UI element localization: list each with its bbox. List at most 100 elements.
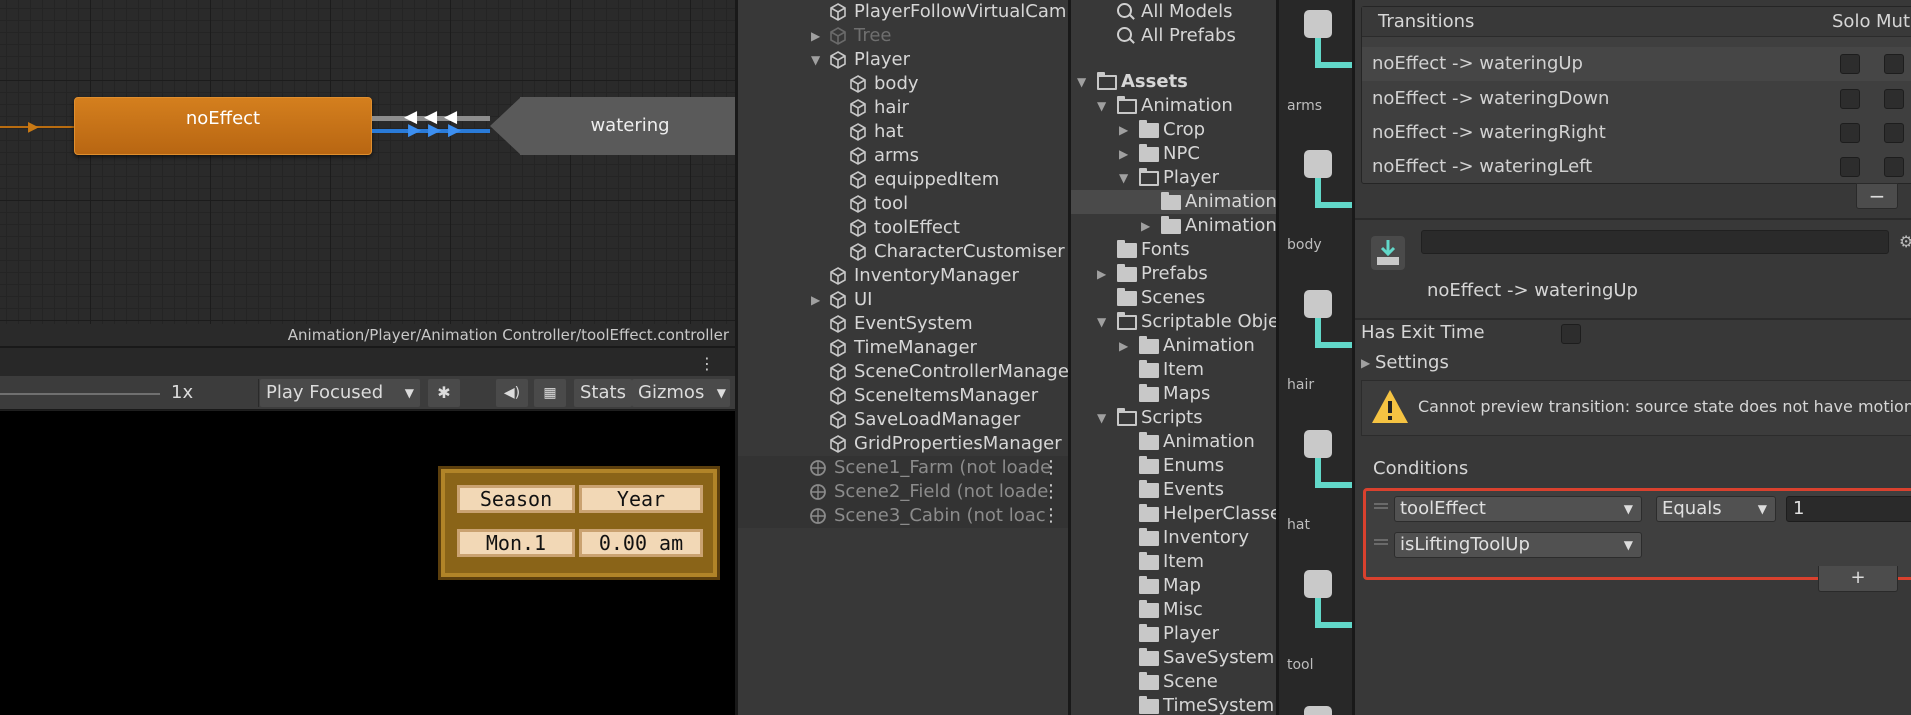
node-port[interactable]	[1304, 430, 1332, 458]
transition-row[interactable]: noEffect -> wateringDown	[1362, 82, 1911, 116]
mute-checkbox[interactable]	[1884, 157, 1904, 177]
folder-item[interactable]: Item	[1071, 358, 1277, 382]
hierarchy-item[interactable]: SaveLoadManager	[738, 408, 1070, 432]
folder-item[interactable]: Animation	[1071, 430, 1277, 454]
folder-item[interactable]: ▶ Animation	[1071, 334, 1277, 358]
folder-item[interactable]: Maps	[1071, 382, 1277, 406]
expand-arrow-icon[interactable]: ▶	[811, 288, 820, 312]
hierarchy-item[interactable]: tool	[738, 192, 1070, 216]
more-menu-icon[interactable]: ⋮	[1042, 504, 1060, 528]
expand-arrow-icon[interactable]: ▶	[1119, 118, 1128, 142]
drag-handle-icon[interactable]	[1374, 503, 1388, 509]
expand-arrow-icon[interactable]: ▶	[1119, 334, 1128, 358]
folder-item-selected[interactable]: Animation	[1071, 190, 1277, 214]
folder-item[interactable]: Scenes	[1071, 286, 1277, 310]
solo-checkbox[interactable]	[1840, 54, 1860, 74]
condition-value-field[interactable]: 1	[1786, 496, 1911, 522]
node-port[interactable]	[1304, 570, 1332, 598]
folder-item[interactable]: Map	[1071, 574, 1277, 598]
scene-item[interactable]: Scene2_Field (not loade ⋮	[738, 480, 1070, 504]
node-port[interactable]	[1304, 10, 1332, 38]
more-menu-icon[interactable]: ⋮	[1042, 456, 1060, 480]
node-port[interactable]	[1304, 290, 1332, 318]
more-menu-icon[interactable]: ⋮	[699, 354, 715, 373]
solo-checkbox[interactable]	[1840, 89, 1860, 109]
folder-item[interactable]: ▶ Crop	[1071, 118, 1277, 142]
folder-item[interactable]: ▶ Animations	[1071, 214, 1277, 238]
expand-arrow-icon[interactable]: ▶	[1361, 356, 1370, 370]
folder-item[interactable]: ▼ Assets	[1071, 70, 1277, 94]
transition-row[interactable]: noEffect -> wateringLeft	[1362, 150, 1911, 184]
hierarchy-item[interactable]: PlayerFollowVirtualCam	[738, 0, 1070, 24]
hierarchy-item[interactable]: equippedItem	[738, 168, 1070, 192]
gizmos-dropdown[interactable]: Gizmos ▼	[632, 379, 730, 407]
animator-graph[interactable]: ▶ noEffect ◀ ◀ ◀ ▶ ▶ ▶ watering Animatio…	[0, 0, 735, 346]
audio-icon[interactable]: ◀)	[496, 379, 528, 407]
hierarchy-item[interactable]: ▶ Tree	[738, 24, 1070, 48]
settings-foldout[interactable]: Settings	[1375, 352, 1449, 373]
folder-item[interactable]: ▼ Scriptable Obje	[1071, 310, 1277, 334]
expand-arrow-icon[interactable]: ▶	[811, 24, 820, 48]
hierarchy-item[interactable]: GridPropertiesManager	[738, 432, 1070, 456]
condition-operator-dropdown[interactable]: Equals ▼	[1656, 496, 1776, 522]
scale-slider[interactable]	[0, 393, 160, 395]
gear-icon[interactable]: ⚙	[1899, 232, 1911, 251]
folder-item[interactable]: HelperClasse	[1071, 502, 1277, 526]
folder-item[interactable]: ▼ Player	[1071, 166, 1277, 190]
collapse-arrow-icon[interactable]: ▼	[1097, 94, 1106, 118]
more-menu-icon[interactable]: ⋮	[1042, 480, 1060, 504]
drag-handle-icon[interactable]	[1374, 539, 1388, 545]
transition-name-field[interactable]	[1421, 230, 1889, 254]
collapse-arrow-icon[interactable]: ▼	[811, 48, 820, 72]
solo-checkbox[interactable]	[1840, 157, 1860, 177]
folder-item[interactable]: Player	[1071, 622, 1277, 646]
add-condition-button[interactable]: +	[1818, 566, 1898, 592]
has-exit-time-checkbox[interactable]	[1561, 324, 1581, 344]
hierarchy-item[interactable]: hat	[738, 120, 1070, 144]
condition-parameter-dropdown[interactable]: isLiftingToolUp ▼	[1394, 532, 1642, 558]
folder-item[interactable]: Enums	[1071, 454, 1277, 478]
folder-item[interactable]: TimeSystem	[1071, 694, 1277, 715]
expand-arrow-icon[interactable]: ▶	[1119, 142, 1128, 166]
hierarchy-item[interactable]: EventSystem	[738, 312, 1070, 336]
expand-arrow-icon[interactable]: ▶	[1097, 262, 1106, 286]
hierarchy-item[interactable]: arms	[738, 144, 1070, 168]
folder-item[interactable]: Scene	[1071, 670, 1277, 694]
keyboard-icon[interactable]: ▦	[534, 379, 566, 407]
expand-arrow-icon[interactable]: ▶	[1141, 214, 1150, 238]
hierarchy-item[interactable]: CharacterCustomiser	[738, 240, 1070, 264]
hierarchy-item[interactable]: SceneControllerManage	[738, 360, 1070, 384]
folder-item[interactable]: Fonts	[1071, 238, 1277, 262]
mute-checkbox[interactable]	[1884, 54, 1904, 74]
mute-checkbox[interactable]	[1884, 123, 1904, 143]
remove-transition-button[interactable]: −	[1856, 183, 1898, 209]
folder-item[interactable]: ▼ Scripts	[1071, 406, 1277, 430]
collapse-arrow-icon[interactable]: ▼	[1119, 166, 1128, 190]
collapse-arrow-icon[interactable]: ▼	[1077, 70, 1086, 94]
folder-item[interactable]: ▶ NPC	[1071, 142, 1277, 166]
hierarchy-item[interactable]: TimeManager	[738, 336, 1070, 360]
folder-item[interactable]: Inventory	[1071, 526, 1277, 550]
collapse-arrow-icon[interactable]: ▼	[1097, 406, 1106, 430]
folder-item[interactable]: SaveSystem	[1071, 646, 1277, 670]
play-mode-dropdown[interactable]: Play Focused ▼	[260, 379, 420, 407]
solo-checkbox[interactable]	[1840, 123, 1860, 143]
folder-item[interactable]: Item	[1071, 550, 1277, 574]
hierarchy-item[interactable]: SceneItemsManager	[738, 384, 1070, 408]
hierarchy-item[interactable]: ▶ UI	[738, 288, 1070, 312]
scene-item[interactable]: Scene3_Cabin (not loac ⋮	[738, 504, 1070, 528]
hierarchy-item[interactable]: InventoryManager	[738, 264, 1070, 288]
condition-parameter-dropdown[interactable]: toolEffect ▼	[1394, 496, 1642, 522]
search-all-models[interactable]: All Models	[1071, 0, 1277, 24]
folder-item[interactable]: ▼ Animation	[1071, 94, 1277, 118]
mute-checkbox[interactable]	[1884, 89, 1904, 109]
folder-item[interactable]: Events	[1071, 478, 1277, 502]
state-node-noeffect[interactable]: noEffect	[74, 97, 372, 155]
transition-row[interactable]: noEffect -> wateringUp	[1362, 47, 1911, 81]
stats-button[interactable]: Stats	[574, 379, 632, 407]
state-node-watering[interactable]: watering	[520, 97, 735, 155]
collapse-arrow-icon[interactable]: ▼	[1097, 310, 1106, 334]
hierarchy-item[interactable]: ▼ Player	[738, 48, 1070, 72]
folder-item[interactable]: ▶ Prefabs	[1071, 262, 1277, 286]
transition-row[interactable]: noEffect -> wateringRight	[1362, 116, 1911, 150]
